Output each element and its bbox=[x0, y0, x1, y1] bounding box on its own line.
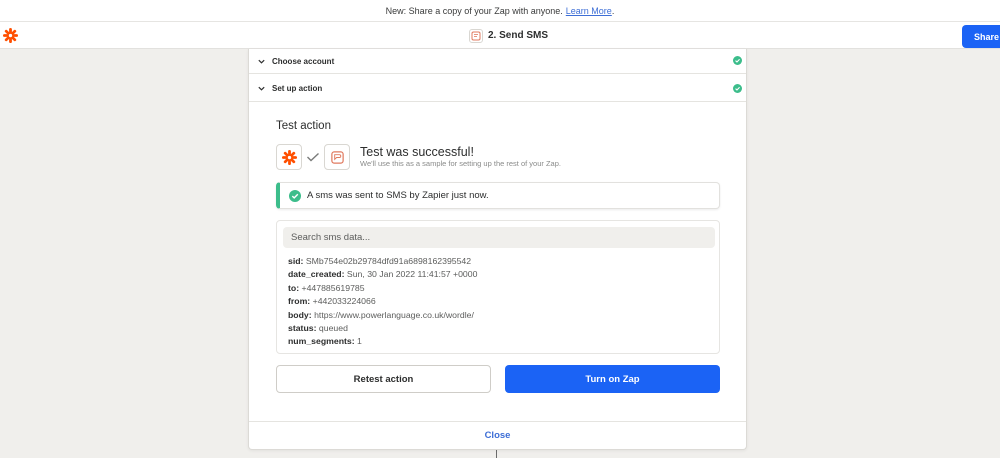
editor-header: 2. Send SMS Share bbox=[0, 22, 1000, 49]
accordion-set-up-action[interactable]: Set up action bbox=[249, 75, 746, 102]
data-field-row: from: +442033224066 bbox=[288, 295, 477, 308]
alert-text: A sms was sent to SMS by Zapier just now… bbox=[307, 190, 489, 201]
sms-app-tile bbox=[324, 144, 350, 170]
field-value: 1 bbox=[357, 336, 362, 347]
field-value: Sun, 30 Jan 2022 11:41:57 +0000 bbox=[346, 269, 478, 280]
data-fields-list: sid: SMb754e02b29784dfd91a6898162395542 d… bbox=[288, 255, 477, 349]
check-circle-icon bbox=[289, 189, 301, 202]
field-key: to: bbox=[288, 282, 300, 293]
data-field-row: sid: SMb754e02b29784dfd91a6898162395542 bbox=[288, 255, 477, 268]
field-value: queued bbox=[318, 322, 348, 333]
success-title: Test was successful! bbox=[360, 145, 474, 159]
turn-on-zap-button[interactable]: Turn on Zap bbox=[505, 365, 720, 393]
data-field-row: status: queued bbox=[288, 322, 477, 335]
success-subtitle: We'll use this as a sample for setting u… bbox=[360, 159, 561, 168]
chevron-down-icon bbox=[258, 86, 265, 91]
data-field-row: body: https://www.powerlanguage.co.uk/wo… bbox=[288, 309, 477, 322]
check-circle-icon bbox=[733, 84, 742, 93]
data-field-row: date_created: Sun, 30 Jan 2022 11:41:57 … bbox=[288, 268, 477, 281]
check-icon bbox=[307, 152, 319, 162]
accordion-label: Set up action bbox=[272, 83, 323, 93]
chevron-down-icon bbox=[258, 59, 265, 64]
panel-footer: Close bbox=[249, 421, 746, 449]
banner-tail: . bbox=[611, 5, 615, 16]
test-action-title: Test action bbox=[276, 120, 331, 132]
accordion-choose-account[interactable]: Choose account bbox=[249, 49, 746, 74]
data-field-row: to: +447885619785 bbox=[288, 282, 477, 295]
field-value: SMb754e02b29784dfd91a6898162395542 bbox=[305, 256, 472, 266]
retest-action-button[interactable]: Retest action bbox=[276, 365, 491, 393]
field-key: status: bbox=[288, 322, 317, 333]
banner-text: New: Share a copy of your Zap with anyon… bbox=[385, 5, 563, 16]
data-field-row: num_segments: 1 bbox=[288, 335, 477, 348]
search-data-input[interactable] bbox=[283, 227, 715, 248]
field-key: num_segments: bbox=[288, 336, 355, 347]
zapier-app-tile bbox=[276, 144, 302, 170]
field-key: sid: bbox=[288, 256, 304, 266]
share-button[interactable]: Share bbox=[962, 25, 1000, 48]
check-circle-icon bbox=[733, 56, 742, 65]
zapier-asterisk-icon bbox=[281, 149, 297, 165]
step-panel: Choose account Set up action Test action bbox=[248, 49, 747, 450]
step-title: 2. Send SMS bbox=[469, 28, 548, 43]
announcement-banner: New: Share a copy of your Zap with anyon… bbox=[0, 0, 1000, 22]
learn-more-link[interactable]: Learn More bbox=[566, 6, 612, 16]
field-key: from: bbox=[288, 296, 311, 307]
close-button[interactable]: Close bbox=[485, 430, 511, 441]
field-value: +442033224066 bbox=[312, 296, 376, 307]
field-value: +447885619785 bbox=[301, 282, 365, 293]
field-value: https://www.powerlanguage.co.uk/wordle/ bbox=[314, 309, 474, 320]
zapier-logo-icon[interactable] bbox=[3, 28, 18, 43]
accordion-label: Choose account bbox=[272, 56, 335, 66]
field-key: body: bbox=[288, 309, 312, 320]
sms-app-icon bbox=[330, 150, 344, 164]
success-alert: A sms was sent to SMS by Zapier just now… bbox=[276, 182, 720, 209]
sms-app-icon bbox=[469, 28, 483, 43]
step-title-text: 2. Send SMS bbox=[488, 30, 549, 41]
sms-data-panel: sid: SMb754e02b29784dfd91a6898162395542d… bbox=[276, 220, 720, 354]
field-key: date_created: bbox=[288, 269, 345, 280]
